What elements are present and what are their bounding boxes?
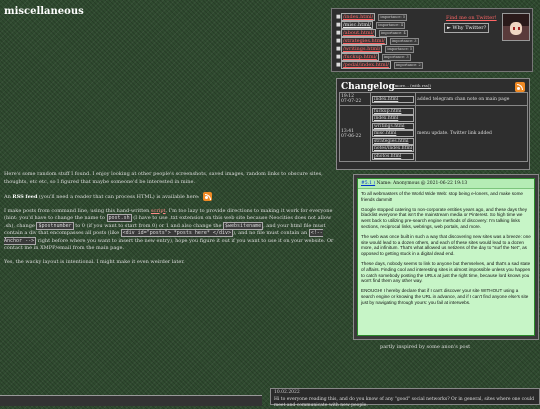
why-twitter-toggle[interactable]: ► Why Twitter? xyxy=(444,23,490,33)
nav-list: ■/index.html/importance: 5 ■/misc.html/im… xyxy=(336,13,466,69)
code-posts-div: <div id="posts"> *posts here* </div> xyxy=(120,229,233,237)
changelog-file-link[interactable]: index.html xyxy=(372,95,415,103)
importance-badge: importance: 3 xyxy=(389,37,419,45)
nav-item: ■/writings.html/importance: 5 xyxy=(336,45,466,53)
post-paragraph: Google stopped catering to non-corporate… xyxy=(361,206,527,229)
changelog-title: Changelog xyxy=(341,82,395,92)
nav-link[interactable]: /index.html/ xyxy=(341,13,376,21)
news-line: Hi to everyone reading this, and do you … xyxy=(274,397,535,408)
changelog-row: 13:41 07-06-22 fuckup.html index.html writi… xyxy=(339,105,528,162)
post-paragraph: ENOUGH! I hereby declare that if I can't… xyxy=(361,288,529,305)
nav-link[interactable]: /fuckup.html/ xyxy=(341,53,379,61)
nav-item: ■/pedal/index.html/importance: 2 xyxy=(336,61,466,69)
nav-link[interactable]: /misc.html/ xyxy=(341,21,374,29)
nav-link[interactable]: /strategies.html/ xyxy=(341,37,387,45)
avatar xyxy=(502,13,530,41)
find-twitter-link[interactable]: Find me on Twitter! xyxy=(446,15,497,21)
changelog-note: menu update. Twitter link added xyxy=(415,105,528,162)
changelog-more-link[interactable]: (more... (with rss)) xyxy=(393,83,431,88)
rss-icon[interactable] xyxy=(202,192,212,201)
changelog-row: 19:12 07-07-22 index.html added telegram c… xyxy=(339,92,528,106)
importance-badge: importance: 4 xyxy=(378,29,408,37)
script-paragraph: I make posts from command line, using th… xyxy=(4,207,334,251)
post-paragraph: To all webmasters of the World Wide Web:… xyxy=(361,191,523,202)
news-date: 10.02.2022 xyxy=(274,390,300,395)
importance-badge: importance: 3 xyxy=(381,53,411,61)
post-author: Name: Anonymous @ 2021-06-22 19:13 xyxy=(375,181,468,186)
changelog-file-link[interactable]: strategies.html xyxy=(372,137,415,145)
nav-panel: ■/index.html/importance: 5 ■/misc.html/im… xyxy=(331,8,533,72)
page-title: miscellaneous xyxy=(4,6,84,17)
code-postnumber: $postnumber xyxy=(36,221,74,230)
post-header: #5.1 ) Name: Anonymous @ 2021-06-22 19:1… xyxy=(358,179,534,189)
changelog-date: 13:41 07-06-22 xyxy=(339,105,371,162)
layout-note: Yes, the wacky layout is intentional. I … xyxy=(4,258,185,265)
changelog-date: 19:12 07-07-22 xyxy=(339,92,371,106)
rss-paragraph: An RSS feed (you'll need a reader that c… xyxy=(4,192,340,202)
intro-text: Here's some random stuff I found. I enjo… xyxy=(4,171,340,272)
nav-link[interactable]: /pedal/index.html/ xyxy=(341,61,391,69)
changelog-table: 19:12 07-07-22 index.html added telegram c… xyxy=(339,92,528,162)
bottom-left-box xyxy=(0,395,262,406)
changelog-files: fuckup.html index.html writings.html misc.h… xyxy=(369,105,417,162)
changelog-file-link[interactable]: index.html xyxy=(372,115,415,122)
quoted-post: #5.1 ) Name: Anonymous @ 2021-06-22 19:1… xyxy=(357,178,535,336)
changelog-panel: Changelog (more... (with rss)) 19:12 07-… xyxy=(336,78,530,170)
post-paragraph: The web was once built in such a way tha… xyxy=(361,233,531,257)
post-caption: partly inspired by some anon's post xyxy=(380,344,471,350)
intro-paragraph: Here's some random stuff I found. I enjo… xyxy=(4,171,323,185)
post-body: To all webmasters of the World Wide Web:… xyxy=(358,189,534,312)
nav-link[interactable]: /about.html/ xyxy=(341,29,376,37)
rss-feed-link[interactable]: RSS feed xyxy=(12,194,37,200)
script-link[interactable]: script xyxy=(151,208,166,214)
importance-badge: importance: 4 xyxy=(376,21,406,29)
post-paragraph: These days, nobody seems to link to anyo… xyxy=(361,260,531,284)
changelog-file-link[interactable]: writings.html xyxy=(372,122,415,130)
changelog-note: added telegram chan note on main page xyxy=(415,92,528,106)
news-text: Hi to everyone reading this, and do you … xyxy=(274,397,536,409)
changelog-file-link[interactable]: misc.html xyxy=(372,130,415,137)
changelog-files: index.html xyxy=(369,92,417,106)
rss-icon[interactable] xyxy=(515,82,525,92)
post-number-link[interactable]: #5.1 ) xyxy=(361,181,375,186)
importance-badge: importance: 5 xyxy=(385,45,415,53)
code-post-sh: post.sh xyxy=(106,214,132,222)
changelog-file-link[interactable]: notes/index.html xyxy=(372,145,415,152)
nav-link[interactable]: /writings.html/ xyxy=(341,45,383,53)
importance-badge: importance: 2 xyxy=(393,61,423,69)
nav-item: ■/strategies.html/importance: 3 xyxy=(336,37,466,45)
nav-item: ■/fuckup.html/importance: 3 xyxy=(336,53,466,61)
post-frame: #5.1 ) Name: Anonymous @ 2021-06-22 19:1… xyxy=(353,174,539,340)
changelog-file-link[interactable]: fuckup.html xyxy=(372,107,415,115)
importance-badge: importance: 5 xyxy=(378,13,408,21)
changelog-file-link[interactable]: photos.html xyxy=(372,152,415,160)
